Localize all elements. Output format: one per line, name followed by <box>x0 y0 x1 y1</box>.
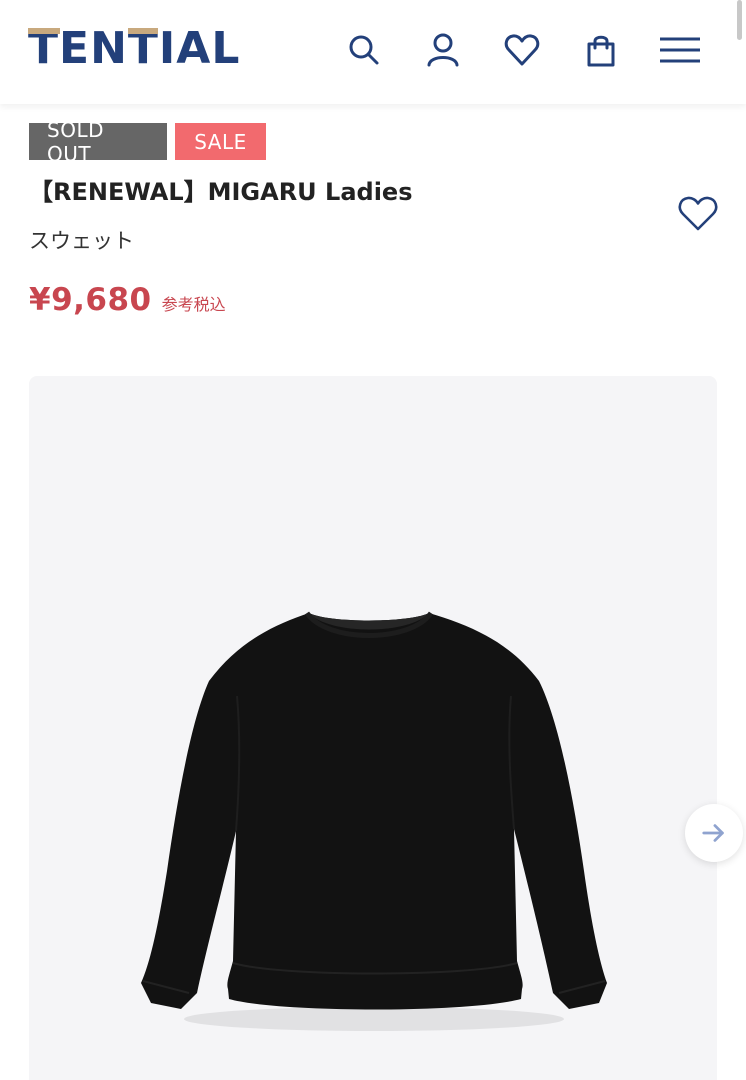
price-row: ¥9,680 参考税込 <box>29 282 226 318</box>
product-image-gallery[interactable] <box>29 376 717 1080</box>
sold-out-badge: SOLD OUT <box>29 118 167 166</box>
menu-button[interactable] <box>656 26 704 74</box>
site-header: TENTIAL <box>0 0 746 104</box>
product-badges: SOLD OUT SALE <box>29 118 266 166</box>
add-to-favorites-button[interactable] <box>676 193 720 233</box>
product-price: ¥9,680 <box>29 282 152 318</box>
menu-icon <box>660 37 700 63</box>
heart-icon <box>678 196 718 231</box>
search-button[interactable] <box>340 26 388 74</box>
logo-accent-mark <box>128 28 158 34</box>
logo-text: TENTIAL <box>28 23 241 74</box>
product-category: スウェット <box>29 229 134 253</box>
tax-note: 参考税込 <box>161 295 226 314</box>
account-icon <box>427 33 459 67</box>
logo-accent-mark <box>28 28 60 34</box>
logo[interactable]: TENTIAL <box>28 23 241 74</box>
arrow-right-icon <box>702 824 724 842</box>
cart-button[interactable] <box>577 26 625 74</box>
product-image <box>141 611 607 1031</box>
scrollbar[interactable] <box>737 0 742 40</box>
heart-icon <box>504 34 540 66</box>
sale-badge: SALE <box>175 123 266 160</box>
account-button[interactable] <box>419 26 467 74</box>
product-title: 【RENEWAL】MIGARU Ladies <box>29 178 413 206</box>
shopping-bag-icon <box>587 35 615 67</box>
favorites-button[interactable] <box>498 26 546 74</box>
search-icon <box>349 35 379 65</box>
next-image-button[interactable] <box>685 804 743 862</box>
product-page: TENTIAL SOLD OUT SALE 【RENEWAL】MIGARU La… <box>0 0 746 1080</box>
